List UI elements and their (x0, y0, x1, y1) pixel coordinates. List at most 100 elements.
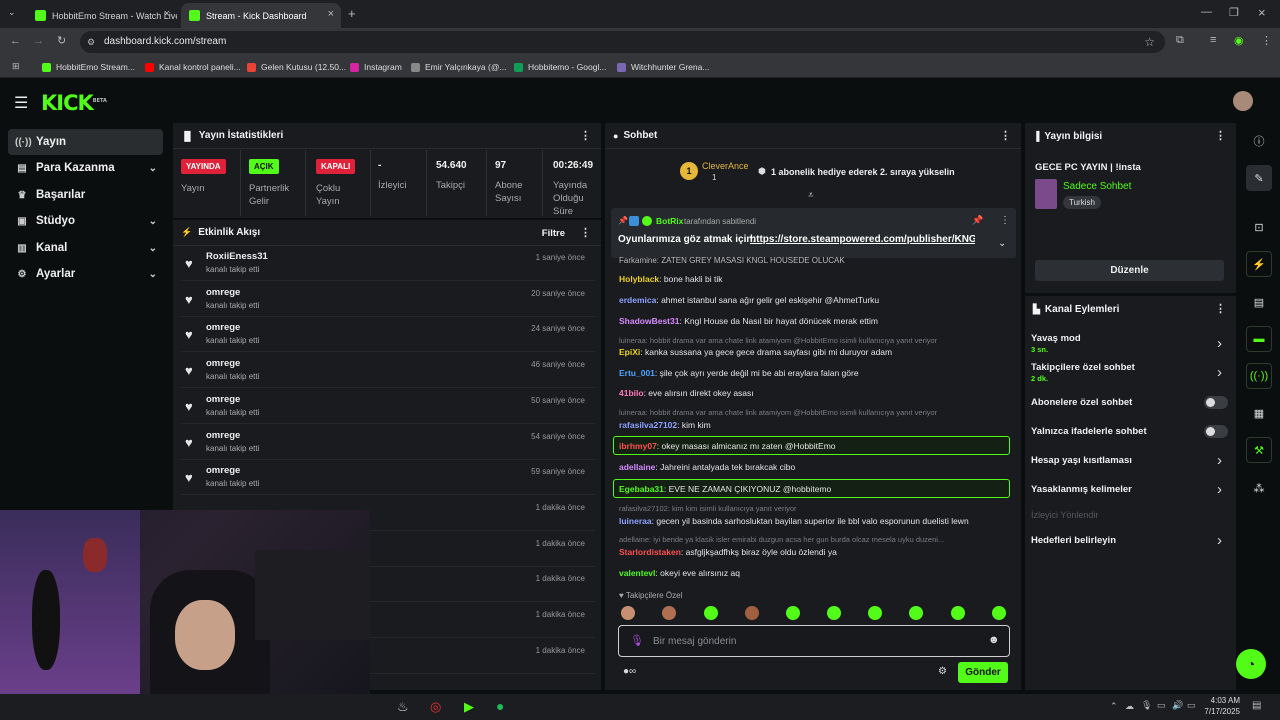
chat-username[interactable]: Ertu_001 (619, 368, 655, 378)
chat-message[interactable]: rafasilva27102: kim kim (619, 420, 1009, 430)
emote-icon[interactable] (827, 606, 841, 620)
menu-icon[interactable]: ⋮ (1261, 34, 1272, 47)
chat-username[interactable]: valentevl (619, 568, 655, 578)
kebab-icon[interactable]: ⋮ (580, 226, 591, 239)
back-icon[interactable]: ← (10, 35, 21, 47)
mic-tray-icon[interactable]: 🎙 (1141, 700, 1152, 711)
chat-username[interactable]: ShadowBest31 (619, 316, 679, 326)
sidebar-item-para-kazanma[interactable]: ▤ Para Kazanma ⌄ (8, 155, 163, 181)
activity-user[interactable]: omrege (206, 430, 240, 441)
channel-action-label[interactable]: Hesap yaşı kısıtlaması (1031, 455, 1132, 466)
extensions-icon[interactable]: ⧉ (1176, 34, 1184, 47)
tab-search-icon[interactable]: ⌄ (8, 7, 16, 18)
close-icon[interactable]: × (328, 8, 334, 20)
cloud-icon[interactable]: ☁ (1125, 701, 1134, 712)
chat-message[interactable]: adellaine: Jahreini antalyada tek bırakc… (619, 462, 1009, 472)
bookmark-star-icon[interactable]: ☆ (1144, 31, 1155, 53)
tab-hobbitemo[interactable]: HobbitEmo Stream - Watch Live × (27, 3, 177, 28)
chat-username[interactable]: 41bilo (619, 388, 644, 398)
chat-username[interactable]: Egebaba31 (619, 484, 664, 494)
emote-icon[interactable] (992, 606, 1006, 620)
window-close-icon[interactable]: × (1258, 5, 1266, 20)
site-info-icon[interactable]: ⚙ (87, 31, 95, 53)
chat-username[interactable]: Holyblack (619, 274, 659, 284)
restore-icon[interactable]: ❐ (1229, 6, 1239, 19)
chat-message[interactable]: luineraa: gecen yil basinda sarhosluktan… (619, 516, 1009, 526)
kebab-icon[interactable]: ⋮ (1215, 302, 1226, 315)
sidebar-item-yayin[interactable]: ((·)) Yayın (8, 129, 163, 155)
gifter-name[interactable]: CleverAnce (702, 161, 749, 171)
activity-user[interactable]: omrege (206, 394, 240, 405)
volume-icon[interactable]: 🔊 (1172, 700, 1183, 711)
chat-message[interactable]: 41bilo: eve alırsın direkt okey asası (619, 388, 1009, 398)
collapse-icon[interactable]: ⩡ (808, 190, 814, 201)
toggle-switch[interactable] (1204, 396, 1228, 409)
chat-username[interactable]: erdemica (619, 295, 656, 305)
emote-icon[interactable] (868, 606, 882, 620)
info-icon[interactable]: ⓘ (1246, 128, 1272, 154)
emote-icon[interactable] (786, 606, 800, 620)
kick-logo[interactable]: KICKBETA (41, 91, 107, 115)
bolt-icon[interactable]: ⚡ (1246, 251, 1272, 277)
send-button[interactable]: Gönder (958, 662, 1008, 683)
chevron-right-icon[interactable]: › (1217, 532, 1222, 549)
chat-settings-icon[interactable]: ⚙ (938, 666, 947, 677)
chevron-right-icon[interactable]: › (1217, 364, 1222, 381)
hamburger-icon[interactable]: ☰ (14, 93, 28, 113)
bookmark-gmail[interactable]: Gelen Kutusu (12.50... (247, 56, 346, 78)
steam-icon[interactable]: ♨ (397, 699, 409, 715)
reply-context[interactable]: adellaine: iyi bende ya klasik isler emi… (619, 535, 1009, 544)
tray-chevron-icon[interactable]: ⌃ (1110, 701, 1118, 712)
emoji-icon[interactable]: ☻ (988, 634, 1000, 646)
bookmark-emir[interactable]: Emir Yalçınkaya (@... (411, 56, 507, 78)
layout-icon[interactable]: ▦ (1246, 400, 1272, 426)
channel-action-label[interactable]: Yasaklanmış kelimeler (1031, 484, 1132, 495)
toggle-switch[interactable] (1204, 425, 1228, 438)
chat-message[interactable]: Egebaba31: EVE NE ZAMAN ÇIKIYONUZ @hobbi… (619, 484, 1009, 494)
forward-icon[interactable]: → (33, 35, 44, 47)
close-icon[interactable]: × (164, 8, 170, 20)
chat-message[interactable]: erdemica: ahmet istanbul sana ağır gelir… (619, 295, 1009, 305)
wrench-icon[interactable]: ⚒ (1246, 437, 1272, 463)
broadcast-icon[interactable]: ((·)) (1246, 363, 1272, 389)
kebab-icon[interactable]: ⋮ (1000, 215, 1010, 226)
bookmark-witchhunter[interactable]: Witchhunter Grena... (617, 56, 709, 78)
channel-action-label[interactable]: Abonelere özel sohbet (1031, 397, 1132, 408)
kebab-icon[interactable]: ⋮ (1000, 129, 1011, 142)
channel-action-label[interactable]: Takipçilere özel sohbet (1031, 362, 1135, 373)
pinned-message[interactable]: 📌 BotRix tarafından sabitlendi 📌 ⋮ Oyunl… (611, 208, 1016, 258)
profile-icon[interactable]: ◉ (1234, 34, 1244, 47)
chat-message[interactable]: ShadowBest31: Kngl House da Nasıl bir ha… (619, 316, 1009, 326)
channel-action-label[interactable]: Yalnızca ifadelerle sohbet (1031, 426, 1147, 437)
chevron-right-icon[interactable]: › (1217, 481, 1222, 498)
new-tab-icon[interactable]: + (348, 6, 356, 21)
chat-username[interactable]: ibrhmy07 (619, 441, 657, 451)
reply-context[interactable]: luinerаа: hobbit drama var ama chate lin… (619, 336, 1009, 345)
bookmark-sheets[interactable]: Hobbitemo - Googl... (514, 56, 606, 78)
mic-icon[interactable]: 🎙 (630, 634, 644, 647)
clock-time[interactable]: 4:03 AM (1208, 696, 1240, 705)
reading-list-icon[interactable]: ≡ (1210, 34, 1216, 46)
activity-user[interactable]: omrege (206, 322, 240, 333)
unpin-icon[interactable]: 📌 (972, 215, 983, 226)
kebab-icon[interactable]: ⋮ (580, 129, 591, 142)
chevron-right-icon[interactable]: › (1217, 335, 1222, 352)
avatar[interactable] (1233, 91, 1253, 111)
chat-message[interactable]: Holyblack: bone hakli bi tik (619, 274, 1009, 284)
chat-bubble-icon[interactable]: ▬ (1246, 326, 1272, 352)
emote-icon[interactable] (662, 606, 676, 620)
chat-message[interactable]: Ertu_001: şile çok ayrı yerde değil mi b… (619, 368, 1009, 378)
edit-stream-button[interactable]: Düzenle (1035, 260, 1224, 281)
emote-icon[interactable] (745, 606, 759, 620)
spotify-icon[interactable]: ● (496, 698, 504, 714)
support-button[interactable]: ◔ (1236, 649, 1266, 679)
chat-input[interactable]: 🎙 Bir mesaj gönderin ☻ (618, 625, 1010, 657)
channel-action-label[interactable]: Yavaş mod (1031, 333, 1081, 344)
pinned-user[interactable]: BotRix (656, 216, 683, 226)
reply-context[interactable]: rafasilva27102: kim kim isimli kullanıcı… (619, 504, 1009, 513)
filter-button[interactable]: Filtre (542, 228, 565, 239)
reload-icon[interactable]: ↻ (57, 34, 66, 47)
activity-user[interactable]: RoxiiEness31 (206, 251, 268, 262)
chat-username[interactable]: Starlordistaken (619, 547, 681, 557)
clock-date[interactable]: 7/17/2025 (1198, 707, 1240, 716)
